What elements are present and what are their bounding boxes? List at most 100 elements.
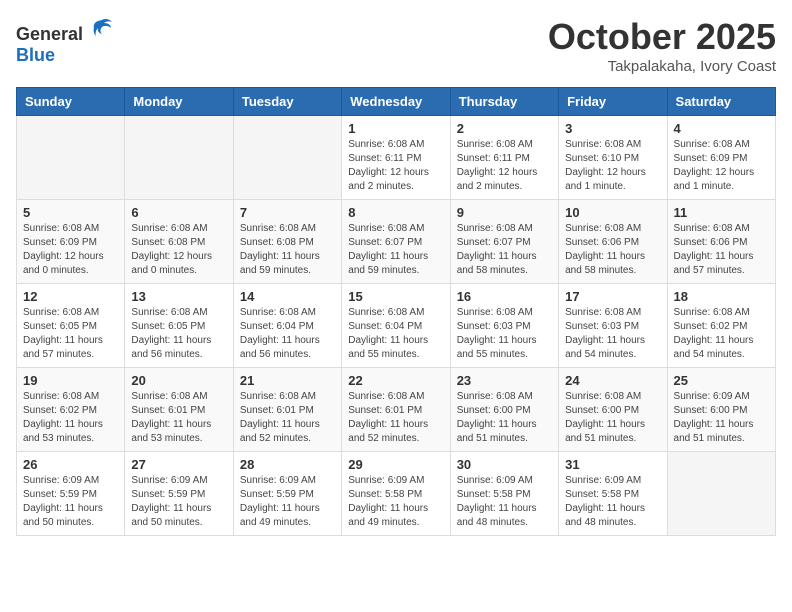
- day-info: Sunrise: 6:08 AMSunset: 6:01 PMDaylight:…: [240, 390, 335, 446]
- day-info: Sunrise: 6:08 AMSunset: 6:06 PMDaylight:…: [674, 222, 769, 278]
- calendar-cell: 2Sunrise: 6:08 AMSunset: 6:11 PMDaylight…: [450, 116, 558, 200]
- page-header: General Blue October 2025 Takpalakaha, I…: [16, 16, 776, 75]
- day-info: Sunrise: 6:08 AMSunset: 6:06 PMDaylight:…: [565, 222, 660, 278]
- calendar-cell: 6 Sunrise: 6:08 AMSunset: 6:08 PMDaylight…: [125, 200, 233, 284]
- day-number: 28: [240, 457, 335, 472]
- day-number: 16: [457, 289, 552, 304]
- day-info: Sunrise: 6:08 AMSunset: 6:05 PMDaylight:…: [23, 306, 118, 362]
- logo: General Blue: [16, 16, 114, 66]
- day-number: 24: [565, 373, 660, 388]
- day-number: 21: [240, 373, 335, 388]
- calendar-cell: 23 Sunrise: 6:08 AMSunset: 6:00 PMDayligh…: [450, 368, 558, 452]
- calendar-cell: 21 Sunrise: 6:08 AMSunset: 6:01 PMDayligh…: [233, 368, 341, 452]
- day-number: 2: [457, 121, 552, 136]
- calendar-cell: 29 Sunrise: 6:09 AMSunset: 5:58 PMDayligh…: [342, 452, 450, 536]
- calendar-cell: 4 Sunrise: 6:08 AMSunset: 6:09 PMDaylight…: [667, 116, 775, 200]
- day-info: Sunrise: 6:08 AMSunset: 6:00 PMDaylight:…: [457, 390, 552, 446]
- calendar-cell: 30Sunrise: 6:09 AMSunset: 5:58 PMDayligh…: [450, 452, 558, 536]
- location-title: Takpalakaha, Ivory Coast: [548, 58, 776, 75]
- calendar-cell: 11 Sunrise: 6:08 AMSunset: 6:06 PMDayligh…: [667, 200, 775, 284]
- day-info: Sunrise: 6:08 AMSunset: 6:02 PMDaylight:…: [23, 390, 118, 446]
- day-number: 29: [348, 457, 443, 472]
- day-info: Sunrise: 6:09 AMSunset: 5:59 PMDaylight:…: [240, 474, 335, 530]
- day-number: 22: [348, 373, 443, 388]
- day-info: Sunrise: 6:08 AMSunset: 6:00 PMDaylight:…: [565, 390, 660, 446]
- calendar-cell: 13 Sunrise: 6:08 AMSunset: 6:05 PMDayligh…: [125, 284, 233, 368]
- day-number: 19: [23, 373, 118, 388]
- calendar-cell: 22 Sunrise: 6:08 AMSunset: 6:01 PMDayligh…: [342, 368, 450, 452]
- day-number: 1: [348, 121, 443, 136]
- calendar-cell: 26 Sunrise: 6:09 AMSunset: 5:59 PMDayligh…: [17, 452, 125, 536]
- day-number: 4: [674, 121, 769, 136]
- day-number: 20: [131, 373, 226, 388]
- day-number: 14: [240, 289, 335, 304]
- logo-general: General: [16, 24, 83, 44]
- calendar-cell: 10Sunrise: 6:08 AMSunset: 6:06 PMDayligh…: [559, 200, 667, 284]
- day-info: Sunrise: 6:09 AMSunset: 6:00 PMDaylight:…: [674, 390, 769, 446]
- calendar-cell: 31Sunrise: 6:09 AMSunset: 5:58 PMDayligh…: [559, 452, 667, 536]
- weekday-header: Tuesday: [233, 88, 341, 116]
- day-info: Sunrise: 6:09 AMSunset: 5:59 PMDaylight:…: [131, 474, 226, 530]
- calendar-cell: 15 Sunrise: 6:08 AMSunset: 6:04 PMDayligh…: [342, 284, 450, 368]
- calendar-cell: [667, 452, 775, 536]
- calendar-cell: 16 Sunrise: 6:08 AMSunset: 6:03 PMDayligh…: [450, 284, 558, 368]
- day-number: 5: [23, 205, 118, 220]
- calendar-header-row: SundayMondayTuesdayWednesdayThursdayFrid…: [17, 88, 776, 116]
- day-info: Sunrise: 6:09 AMSunset: 5:58 PMDaylight:…: [348, 474, 443, 530]
- day-number: 17: [565, 289, 660, 304]
- day-number: 12: [23, 289, 118, 304]
- calendar-week-row: 5 Sunrise: 6:08 AMSunset: 6:09 PMDaylight…: [17, 200, 776, 284]
- day-number: 31: [565, 457, 660, 472]
- calendar-cell: 12 Sunrise: 6:08 AMSunset: 6:05 PMDayligh…: [17, 284, 125, 368]
- logo-blue: Blue: [16, 45, 55, 65]
- day-number: 6: [131, 205, 226, 220]
- calendar-week-row: 19 Sunrise: 6:08 AMSunset: 6:02 PMDayligh…: [17, 368, 776, 452]
- day-info: Sunrise: 6:08 AMSunset: 6:03 PMDaylight:…: [457, 306, 552, 362]
- day-number: 11: [674, 205, 769, 220]
- day-number: 7: [240, 205, 335, 220]
- calendar-cell: 27 Sunrise: 6:09 AMSunset: 5:59 PMDayligh…: [125, 452, 233, 536]
- day-info: Sunrise: 6:08 AMSunset: 6:09 PMDaylight:…: [674, 138, 769, 194]
- calendar-week-row: 12 Sunrise: 6:08 AMSunset: 6:05 PMDayligh…: [17, 284, 776, 368]
- day-info: Sunrise: 6:08 AMSunset: 6:10 PMDaylight:…: [565, 138, 660, 194]
- calendar-cell: 5 Sunrise: 6:08 AMSunset: 6:09 PMDaylight…: [17, 200, 125, 284]
- day-info: Sunrise: 6:08 AMSunset: 6:01 PMDaylight:…: [348, 390, 443, 446]
- day-number: 13: [131, 289, 226, 304]
- calendar-cell: [233, 116, 341, 200]
- day-number: 18: [674, 289, 769, 304]
- day-number: 9: [457, 205, 552, 220]
- calendar-cell: [17, 116, 125, 200]
- weekday-header: Thursday: [450, 88, 558, 116]
- day-info: Sunrise: 6:08 AMSunset: 6:08 PMDaylight:…: [240, 222, 335, 278]
- day-info: Sunrise: 6:09 AMSunset: 5:59 PMDaylight:…: [23, 474, 118, 530]
- calendar-cell: 7 Sunrise: 6:08 AMSunset: 6:08 PMDaylight…: [233, 200, 341, 284]
- day-info: Sunrise: 6:08 AMSunset: 6:04 PMDaylight:…: [348, 306, 443, 362]
- calendar-week-row: 1 Sunrise: 6:08 AMSunset: 6:11 PMDaylight…: [17, 116, 776, 200]
- calendar-cell: 24 Sunrise: 6:08 AMSunset: 6:00 PMDayligh…: [559, 368, 667, 452]
- day-info: Sunrise: 6:08 AMSunset: 6:11 PMDaylight:…: [348, 138, 443, 194]
- calendar-table: SundayMondayTuesdayWednesdayThursdayFrid…: [16, 87, 776, 536]
- weekday-header: Saturday: [667, 88, 775, 116]
- day-info: Sunrise: 6:08 AMSunset: 6:01 PMDaylight:…: [131, 390, 226, 446]
- logo-bird-icon: [90, 16, 114, 40]
- day-number: 8: [348, 205, 443, 220]
- day-number: 15: [348, 289, 443, 304]
- day-info: Sunrise: 6:08 AMSunset: 6:09 PMDaylight:…: [23, 222, 118, 278]
- day-number: 25: [674, 373, 769, 388]
- day-info: Sunrise: 6:08 AMSunset: 6:08 PMDaylight:…: [131, 222, 226, 278]
- day-info: Sunrise: 6:08 AMSunset: 6:02 PMDaylight:…: [674, 306, 769, 362]
- month-title: October 2025: [548, 16, 776, 58]
- day-info: Sunrise: 6:08 AMSunset: 6:05 PMDaylight:…: [131, 306, 226, 362]
- day-number: 26: [23, 457, 118, 472]
- day-number: 3: [565, 121, 660, 136]
- calendar-week-row: 26 Sunrise: 6:09 AMSunset: 5:59 PMDayligh…: [17, 452, 776, 536]
- day-number: 23: [457, 373, 552, 388]
- calendar-cell: 20 Sunrise: 6:08 AMSunset: 6:01 PMDayligh…: [125, 368, 233, 452]
- weekday-header: Friday: [559, 88, 667, 116]
- day-info: Sunrise: 6:08 AMSunset: 6:03 PMDaylight:…: [565, 306, 660, 362]
- day-number: 27: [131, 457, 226, 472]
- weekday-header: Wednesday: [342, 88, 450, 116]
- calendar-cell: 8Sunrise: 6:08 AMSunset: 6:07 PMDaylight…: [342, 200, 450, 284]
- calendar-cell: 25 Sunrise: 6:09 AMSunset: 6:00 PMDayligh…: [667, 368, 775, 452]
- weekday-header: Monday: [125, 88, 233, 116]
